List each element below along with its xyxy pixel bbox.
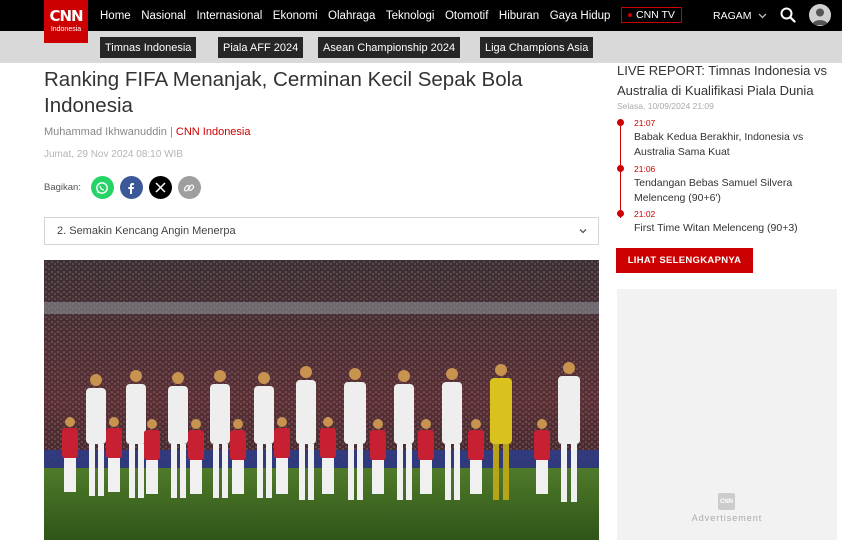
topic-tag-liga-champions-asia[interactable]: Liga Champions Asia bbox=[480, 37, 594, 58]
timeline-dot-icon bbox=[617, 119, 624, 126]
user-avatar-icon[interactable] bbox=[809, 4, 831, 26]
nav-hiburan[interactable]: Hiburan bbox=[499, 10, 539, 22]
article-byline: Muhammad Ikhwanuddin | CNN Indonesia bbox=[44, 126, 250, 138]
see-more-button[interactable]: LIHAT SELENGKAPNYA bbox=[616, 248, 753, 273]
timeline-dot-icon bbox=[617, 210, 624, 217]
section-select-value: 2. Semakin Kencang Angin Menerpa bbox=[57, 225, 236, 237]
nav-olahraga[interactable]: Olahraga bbox=[328, 10, 375, 22]
byline-separator: | bbox=[166, 126, 176, 138]
author-name[interactable]: Muhammad Ikhwanuddin bbox=[44, 126, 167, 138]
article-date: Jumat, 29 Nov 2024 08:10 WIB bbox=[44, 149, 183, 160]
timeline-text: Tendangan Bebas Samuel Silvera Melenceng… bbox=[634, 177, 793, 204]
cnn-indonesia-logo[interactable]: CNN Indonesia bbox=[44, 0, 88, 43]
topic-tag-asean-championship[interactable]: Asean Championship 2024 bbox=[318, 37, 461, 58]
timeline-time: 21:06 bbox=[634, 164, 656, 174]
nav-otomotif[interactable]: Otomotif bbox=[445, 10, 488, 22]
logo-text: CNN bbox=[49, 7, 83, 25]
nav-ekonomi[interactable]: Ekonomi bbox=[273, 10, 318, 22]
timeline-time: 21:07 bbox=[634, 118, 656, 128]
top-navigation-bar: Home Nasional Internasional Ekonomi Olah… bbox=[0, 0, 842, 31]
nav-teknologi[interactable]: Teknologi bbox=[386, 10, 435, 22]
ad-cnn-logo-icon: CNN bbox=[718, 493, 735, 510]
team-lineup-image bbox=[44, 260, 599, 540]
whatsapp-icon[interactable] bbox=[90, 176, 114, 199]
timeline-text: Babak Kedua Berakhir, Indonesia vs Austr… bbox=[634, 131, 804, 158]
nav-gaya-hidup[interactable]: Gaya Hidup bbox=[550, 10, 611, 22]
topic-bar: Timnas Indonesia Piala AFF 2024 Asean Ch… bbox=[0, 31, 842, 63]
nav-home[interactable]: Home bbox=[100, 10, 131, 22]
article-source[interactable]: CNN Indonesia bbox=[176, 126, 251, 138]
article-photo bbox=[44, 260, 599, 540]
chevron-down-icon bbox=[579, 229, 587, 234]
live-report-title[interactable]: LIVE REPORT: Timnas Indonesia vs Austral… bbox=[617, 61, 839, 100]
nav-nasional[interactable]: Nasional bbox=[141, 10, 186, 22]
topic-tag-piala-aff[interactable]: Piala AFF 2024 bbox=[218, 37, 304, 58]
facebook-icon[interactable] bbox=[119, 176, 143, 199]
x-icon[interactable] bbox=[148, 176, 172, 199]
live-report-date: Selasa, 10/09/2024 21:09 bbox=[617, 101, 714, 111]
main-nav: Home Nasional Internasional Ekonomi Olah… bbox=[100, 0, 621, 31]
nav-internasional[interactable]: Internasional bbox=[196, 10, 262, 22]
cnn-tv-button[interactable]: CNN TV bbox=[621, 7, 682, 23]
timeline-text: First Time Witan Melenceng (90+3) bbox=[634, 222, 798, 234]
topic-tag-timnas[interactable]: Timnas Indonesia bbox=[100, 37, 197, 58]
advertisement-label: Advertisement bbox=[691, 513, 763, 523]
share-label: Bagikan: bbox=[44, 182, 81, 193]
section-select[interactable]: 2. Semakin Kencang Angin Menerpa bbox=[44, 217, 599, 245]
advertisement-box[interactable]: CNN Advertisement bbox=[617, 289, 837, 540]
ragam-label: RAGAM bbox=[713, 9, 752, 22]
logo-subtext: Indonesia bbox=[50, 26, 82, 33]
timeline-dot-icon bbox=[617, 165, 624, 172]
ragam-menu[interactable]: RAGAM bbox=[713, 0, 767, 31]
live-dot-icon bbox=[628, 13, 632, 17]
timeline-time: 21:02 bbox=[634, 209, 656, 219]
search-icon[interactable] bbox=[780, 7, 796, 23]
link-icon[interactable] bbox=[177, 176, 201, 199]
article-title: Ranking FIFA Menanjak, Cerminan Kecil Se… bbox=[44, 68, 523, 117]
share-bar: Bagikan: bbox=[44, 176, 207, 199]
cnn-tv-label: CNN TV bbox=[636, 9, 675, 21]
chevron-down-icon bbox=[758, 13, 766, 18]
